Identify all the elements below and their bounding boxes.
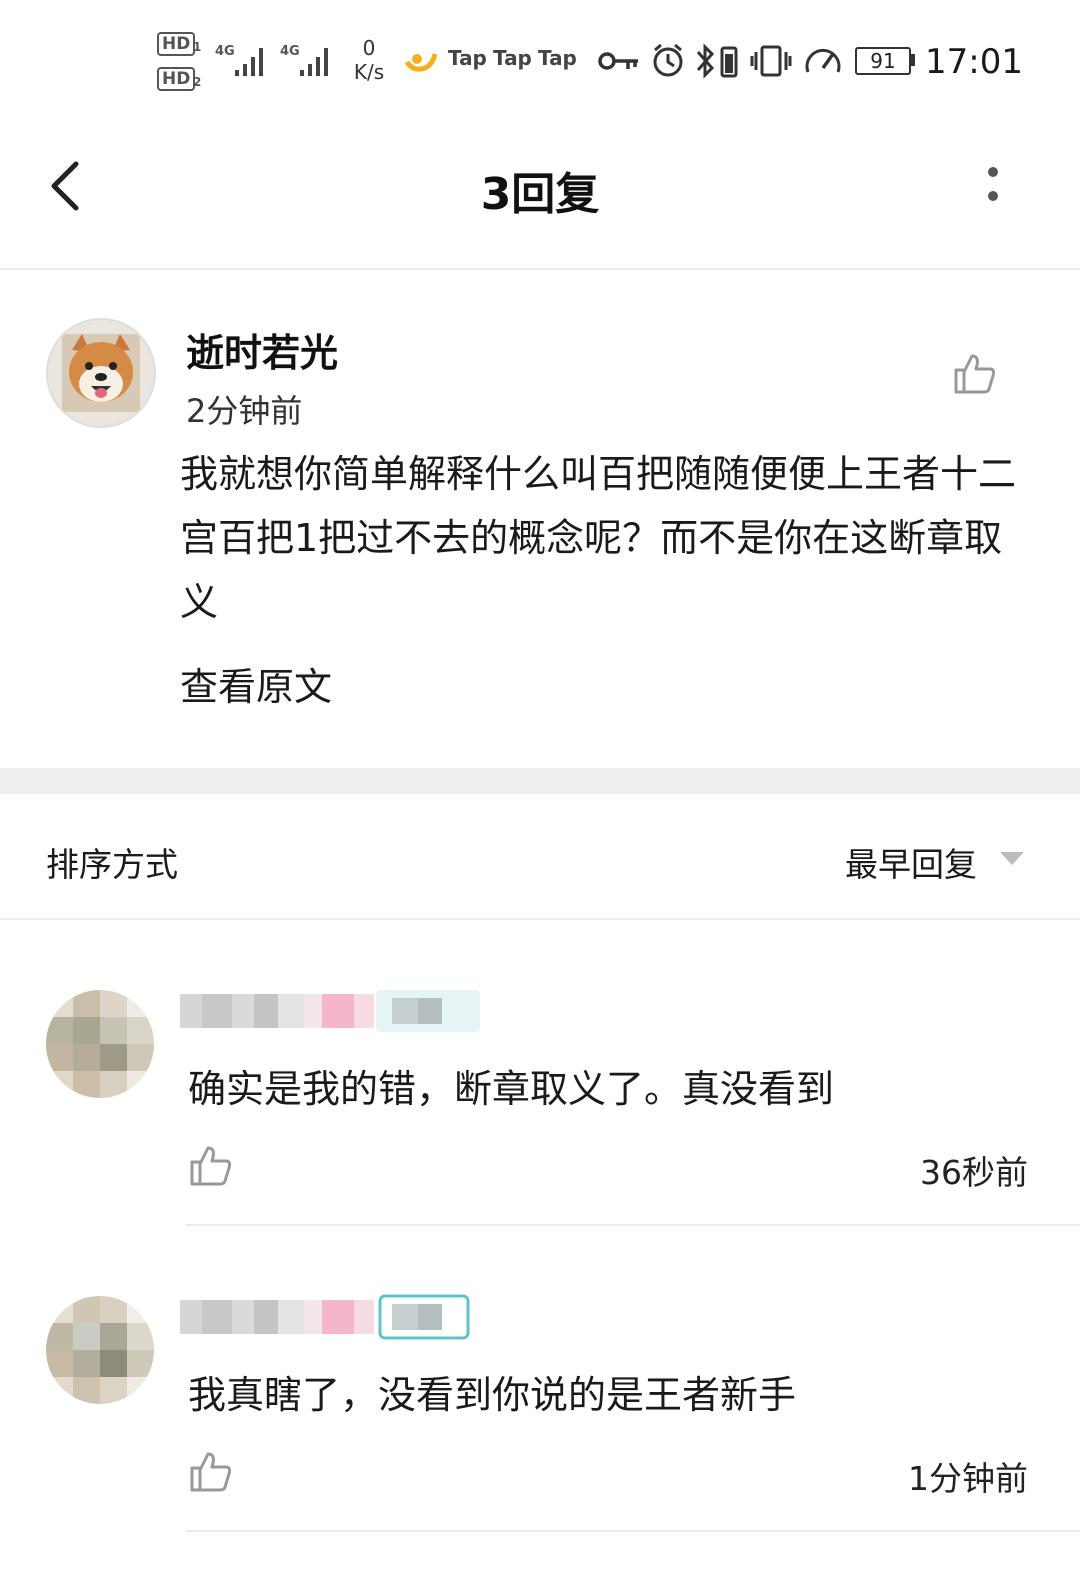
thumbs-up-icon[interactable] <box>952 350 998 396</box>
comment-body: 我就想你简单解释什么叫百把随随便便上王者十二宫百把1把过不去的概念呢？而不是你在… <box>180 452 1017 624</box>
vpn-key-icon <box>598 52 638 70</box>
reply-timestamp: 36秒前 <box>920 1153 1028 1192</box>
alarm-icon <box>653 43 683 77</box>
speedometer-icon <box>805 49 841 73</box>
list-item: 我真瞎了，没看到你说的是王者新手 1分钟前 <box>0 1226 1080 1532</box>
hd-voice-badge-2: HD <box>157 67 196 91</box>
sort-bar: 排序方式 最早回复 <box>0 794 1080 920</box>
thumbs-up-icon[interactable] <box>188 1142 234 1188</box>
more-options-icon[interactable] <box>975 160 1011 212</box>
taptap-notification-1: Tap <box>448 46 487 70</box>
taptap-notification-3: Tap <box>538 46 577 70</box>
reply-body: 确实是我的错，断章取义了。真没看到 <box>188 1067 835 1111</box>
shiba-dog-avatar-image <box>48 320 154 426</box>
battery-level: 91 <box>855 47 911 75</box>
clock: 17:01 <box>925 42 1023 82</box>
hd-voice-badge-1: HD <box>157 32 196 56</box>
blurred-avatar-image <box>46 1296 154 1404</box>
caret-down-icon[interactable] <box>1000 852 1024 865</box>
reply-timestamp: 1分钟前 <box>908 1459 1028 1498</box>
divider <box>186 1530 1080 1532</box>
bluetooth-battery-icon <box>696 43 738 79</box>
sim1-label: 1 <box>193 40 202 54</box>
battery-tip <box>911 54 915 66</box>
signal-strength-icon-1 <box>235 48 263 76</box>
avatar[interactable] <box>46 1296 154 1404</box>
reply-body: 我真瞎了，没看到你说的是王者新手 <box>188 1373 797 1417</box>
network-type-1: 4G <box>215 44 235 59</box>
signal-strength-icon-2 <box>300 48 328 76</box>
blurred-username[interactable] <box>180 986 480 1036</box>
section-separator <box>0 768 1080 794</box>
status-bar: HD 1 HD 2 4G 4G 0 K/s Tap Tap Tap 91 17:… <box>0 0 1080 120</box>
top-app-bar: 3回复 <box>0 120 1080 270</box>
sim2-label: 2 <box>193 75 202 89</box>
view-original-link[interactable]: 查看原文 <box>180 656 332 711</box>
sort-label: 排序方式 <box>46 845 178 884</box>
app-notification-icon <box>404 53 437 72</box>
avatar[interactable] <box>46 990 154 1098</box>
network-speed: 0 K/s <box>353 36 385 84</box>
avatar[interactable] <box>46 318 156 428</box>
blurred-username[interactable] <box>180 1292 480 1342</box>
page-title: 3回复 <box>480 169 600 220</box>
sort-dropdown[interactable]: 最早回复 <box>845 838 977 886</box>
thumbs-up-icon[interactable] <box>188 1448 234 1494</box>
network-type-2: 4G <box>280 44 300 59</box>
list-item: 确实是我的错，断章取义了。真没看到 36秒前 <box>0 920 1080 1226</box>
taptap-notification-2: Tap <box>493 46 532 70</box>
blurred-avatar-image <box>46 990 154 1098</box>
comment-author[interactable]: 逝时若光 <box>186 322 338 377</box>
vibrate-icon <box>750 45 792 77</box>
main-comment: 逝时若光 2分钟前 我就想你简单解释什么叫百把随随便便上王者十二宫百把1把过不去… <box>0 270 1080 770</box>
comment-timestamp: 2分钟前 <box>186 392 303 430</box>
